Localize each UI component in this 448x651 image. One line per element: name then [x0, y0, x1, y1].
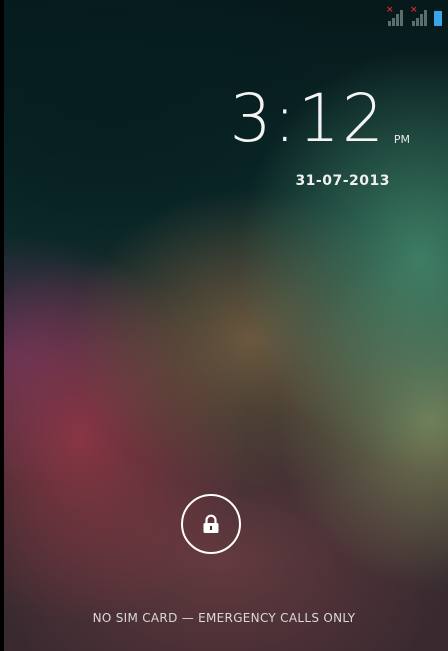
clock-ampm: PM — [393, 133, 410, 146]
sim-status-text: NO SIM CARD — EMERGENCY CALLS ONLY — [92, 611, 356, 625]
battery-icon — [434, 9, 442, 26]
status-bar: × × — [386, 6, 442, 26]
lock-screen: × × 3:12 PM 31-07-2013 NO SIM CARD — EME… — [0, 0, 448, 651]
clock: 3:12 PM — [230, 86, 410, 152]
clock-time: 3:12 — [229, 80, 386, 157]
padlock-icon — [203, 514, 219, 533]
screen-edge — [0, 0, 4, 651]
signal-no-sim-icon: × — [410, 6, 428, 26]
date-label: 31-07-2013 — [295, 173, 390, 189]
unlock-button[interactable] — [181, 494, 241, 554]
signal-no-sim-icon: × — [386, 6, 404, 26]
